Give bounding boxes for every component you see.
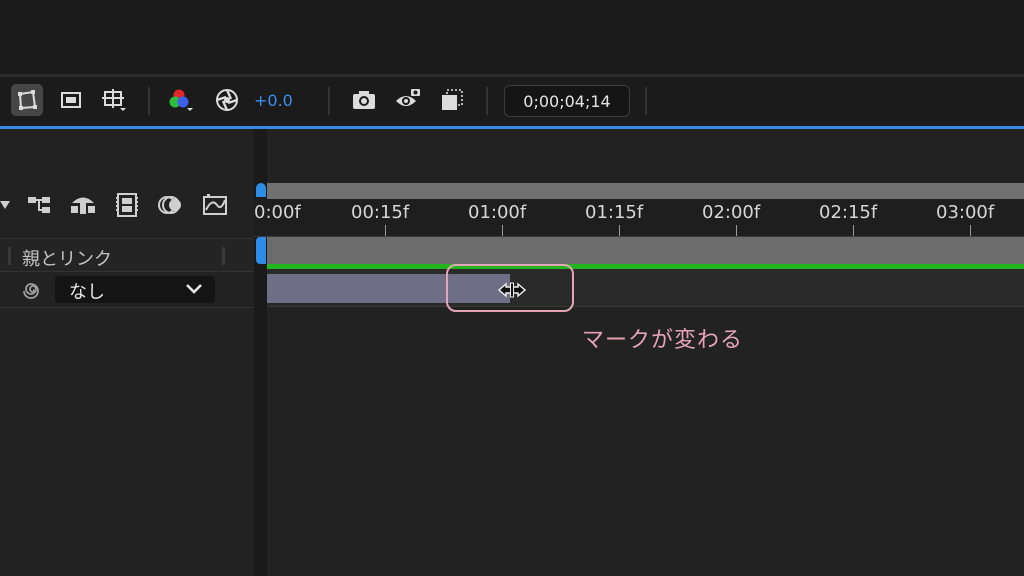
ruler-label: 02:15f xyxy=(819,202,878,223)
motion-blur-icon xyxy=(158,196,181,214)
take-snapshot-button[interactable] xyxy=(348,84,380,116)
show-snapshot-button[interactable] xyxy=(392,84,424,116)
motion-blur-switch[interactable] xyxy=(155,190,185,220)
film-strip-icon xyxy=(116,193,138,217)
time-ruler[interactable]: 0:00f 00:15f 01:00f 01:15f 02:00f 02:15f… xyxy=(254,199,1024,237)
collapse-transform-icon xyxy=(71,197,95,214)
parent-dropdown[interactable]: なし xyxy=(55,276,215,303)
aperture-icon xyxy=(216,89,238,111)
work-area-bar[interactable] xyxy=(267,237,1024,264)
ruler-label: 01:15f xyxy=(585,202,644,223)
layer-row: なし xyxy=(0,272,254,308)
pick-whip-icon[interactable] xyxy=(22,280,44,302)
time-navigator-bar[interactable] xyxy=(267,183,1024,199)
grid-guides-icon xyxy=(102,89,126,111)
exposure-value[interactable]: +0.0 xyxy=(254,91,293,110)
composition-toolbar: +0.0 0;00;04;14 xyxy=(0,77,1024,124)
work-area-start-handle[interactable] xyxy=(256,237,266,264)
chevron-down-icon xyxy=(186,284,202,294)
reset-exposure-button[interactable] xyxy=(211,84,243,116)
annotation-text: マークが変わる xyxy=(582,328,744,353)
time-navigator-start-handle[interactable] xyxy=(256,183,266,197)
collapse-switch[interactable] xyxy=(68,190,98,220)
frame-blending-switch[interactable] xyxy=(112,190,142,220)
snapshot-eye-icon xyxy=(396,89,420,106)
mask-shape-icon xyxy=(18,90,37,110)
graph-editor-icon xyxy=(203,194,227,215)
ruler-tick xyxy=(970,225,971,236)
toolbar-separator xyxy=(486,87,488,115)
toggle-transparency-button[interactable] xyxy=(436,84,468,116)
ruler-tick xyxy=(736,225,737,236)
graph-editor-switch[interactable] xyxy=(200,190,230,220)
top-panel-area xyxy=(0,0,1024,74)
parent-dropdown-value: なし xyxy=(69,282,105,303)
parent-link-column-label[interactable]: 親とリンク xyxy=(22,245,112,271)
ruler-tick xyxy=(853,225,854,236)
mask-path-visibility-button[interactable] xyxy=(11,84,43,116)
show-channel-button[interactable] xyxy=(166,84,198,116)
rgb-channels-icon xyxy=(169,89,193,111)
ruler-tick xyxy=(502,225,503,236)
ruler-label: 00:15f xyxy=(351,202,410,223)
region-of-interest-icon xyxy=(61,92,81,108)
expand-triangle-icon[interactable] xyxy=(0,190,20,220)
transparency-grid-button[interactable] xyxy=(98,84,130,116)
current-time-display[interactable]: 0;00;04;14 xyxy=(504,85,630,117)
ruler-tick xyxy=(619,225,620,236)
column-resize-handle[interactable] xyxy=(222,247,225,265)
ruler-label: 0:00f xyxy=(254,202,301,223)
column-resize-handle[interactable] xyxy=(8,247,11,265)
shy-layer-switch[interactable] xyxy=(25,190,55,220)
toolbar-separator xyxy=(645,87,647,115)
ruler-label: 01:00f xyxy=(468,202,527,223)
region-of-interest-button[interactable] xyxy=(55,84,87,116)
camera-icon xyxy=(353,91,375,109)
ruler-label: 02:00f xyxy=(702,202,761,223)
ruler-label: 03:00f xyxy=(936,202,995,223)
toolbar-separator xyxy=(328,87,330,115)
ruler-tick xyxy=(385,225,386,236)
toolbar-separator xyxy=(148,87,150,115)
hierarchy-icon xyxy=(28,197,50,213)
transparency-icon xyxy=(442,89,463,110)
layer-column-header: 親とリンク xyxy=(0,238,254,272)
annotation-highlight-box xyxy=(446,264,574,312)
